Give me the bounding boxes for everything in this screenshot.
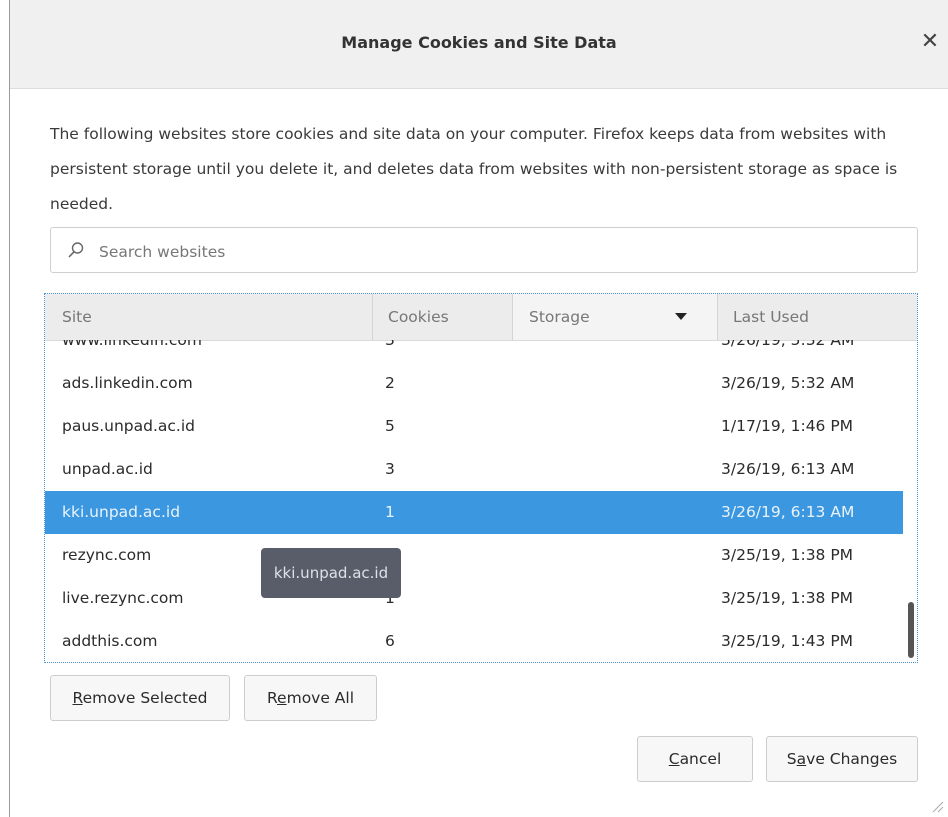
cookies-cell: 3 — [385, 460, 395, 478]
save-label-start: S — [786, 750, 797, 768]
table-row[interactable]: ads.linkedin.com 2 3/26/19, 5:32 AM — [45, 362, 903, 405]
remove-all-label-start: R — [266, 689, 278, 707]
last-used-cell: 3/26/19, 5:32 AM — [721, 340, 855, 349]
resize-grip-icon[interactable] — [930, 799, 944, 813]
cancel-mnemonic: C — [668, 750, 680, 768]
column-header-cookies[interactable]: Cookies — [372, 294, 512, 340]
cookies-cell: 3 — [385, 340, 395, 349]
vertical-scrollbar[interactable] — [908, 602, 914, 658]
cookies-cell: 1 — [385, 503, 395, 521]
search-icon — [68, 242, 84, 258]
remove-selected-button[interactable]: Remove Selected — [50, 675, 230, 721]
site-cell: live.rezync.com — [62, 589, 184, 607]
dialog-title: Manage Cookies and Site Data — [341, 33, 617, 52]
search-input[interactable] — [97, 238, 901, 266]
table-header: Site Cookies Storage Last Used — [45, 294, 917, 341]
table-row[interactable]: www.linkedin.com 3 3/26/19, 5:32 AM — [45, 340, 903, 362]
site-cell: paus.unpad.ac.id — [62, 417, 196, 435]
cancel-label: ancel — [679, 750, 722, 768]
column-header-storage[interactable]: Storage — [512, 294, 717, 340]
sites-table[interactable]: Site Cookies Storage Last Used www.linke… — [44, 293, 918, 663]
remove-all-mnemonic: e — [277, 689, 287, 707]
column-header-last-used[interactable]: Last Used — [717, 294, 917, 340]
last-used-cell: 3/25/19, 1:38 PM — [721, 589, 854, 607]
site-cell: kki.unpad.ac.id — [62, 503, 181, 521]
table-row-selected[interactable]: kki.unpad.ac.id 1 3/26/19, 6:13 AM — [45, 491, 903, 534]
cookies-cell: 5 — [385, 417, 395, 435]
cookies-cell: 2 — [385, 374, 395, 392]
save-mnemonic: a — [796, 750, 807, 768]
site-cell: unpad.ac.id — [62, 460, 153, 478]
sort-descending-icon — [675, 313, 687, 320]
last-used-cell: 3/26/19, 6:13 AM — [721, 460, 855, 478]
site-cell: ads.linkedin.com — [62, 374, 193, 392]
last-used-cell: 3/25/19, 1:43 PM — [721, 632, 854, 650]
site-cell: rezync.com — [62, 546, 152, 564]
dialog-titlebar: Manage Cookies and Site Data ✕ — [10, 0, 948, 89]
site-cell: addthis.com — [62, 632, 158, 650]
table-row[interactable]: addthis.com 6 3/25/19, 1:43 PM — [45, 620, 903, 662]
save-changes-button[interactable]: Save Changes — [766, 736, 918, 782]
remove-all-button[interactable]: Remove All — [244, 675, 377, 721]
table-row[interactable]: paus.unpad.ac.id 5 1/17/19, 1:46 PM — [45, 405, 903, 448]
site-cell: www.linkedin.com — [62, 340, 202, 349]
last-used-cell: 3/26/19, 5:32 AM — [721, 374, 855, 392]
cookies-cell: 6 — [385, 632, 395, 650]
table-row[interactable]: rezync.com 1 3/25/19, 1:38 PM — [45, 534, 903, 577]
column-header-storage-label: Storage — [529, 308, 590, 326]
last-used-cell: 3/26/19, 6:13 AM — [721, 503, 855, 521]
table-body: www.linkedin.com 3 3/26/19, 5:32 AM ads.… — [45, 340, 917, 662]
cancel-button[interactable]: Cancel — [637, 736, 753, 782]
remove-selected-mnemonic: R — [72, 689, 83, 707]
table-row[interactable]: live.rezync.com 1 3/25/19, 1:38 PM — [45, 577, 903, 620]
site-tooltip: kki.unpad.ac.id — [261, 548, 401, 598]
table-row[interactable]: unpad.ac.id 3 3/26/19, 6:13 AM — [45, 448, 903, 491]
last-used-cell: 3/25/19, 1:38 PM — [721, 546, 854, 564]
remove-all-label: move All — [286, 689, 355, 707]
last-used-cell: 1/17/19, 1:46 PM — [721, 417, 854, 435]
description-text: The following websites store cookies and… — [50, 125, 898, 213]
column-header-site[interactable]: Site — [62, 294, 362, 340]
save-label: ve Changes — [806, 750, 898, 768]
close-icon[interactable]: ✕ — [918, 30, 942, 54]
remove-selected-label: emove Selected — [82, 689, 208, 707]
search-box[interactable] — [50, 227, 918, 273]
